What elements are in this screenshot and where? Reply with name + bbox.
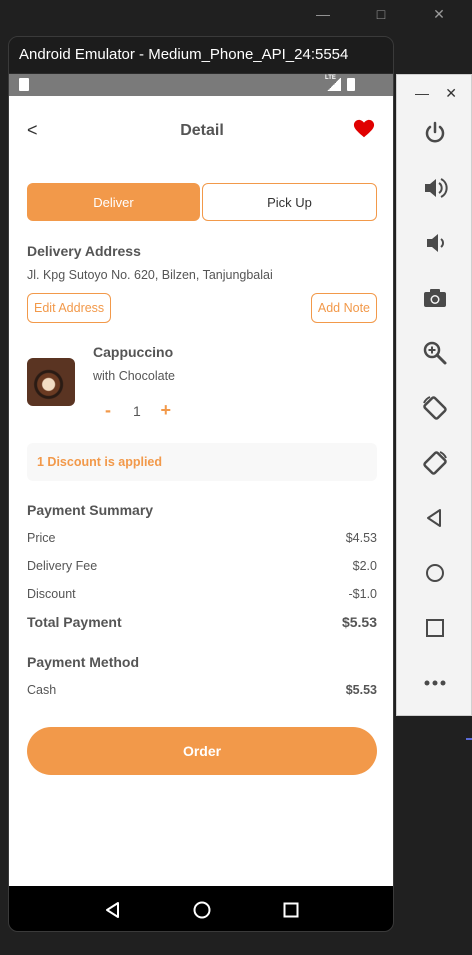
product-item: Cappuccino with Chocolate - 1 + bbox=[27, 344, 377, 438]
discount-row: Discount -$1.0 bbox=[27, 587, 377, 601]
tab-pickup[interactable]: Pick Up bbox=[202, 183, 377, 221]
home-icon[interactable] bbox=[421, 559, 449, 587]
delivery-address-text: Jl. Kpg Sutoyo No. 620, Bilzen, Tanjungb… bbox=[27, 268, 273, 282]
product-description: with Chocolate bbox=[93, 369, 175, 383]
android-status-bar: LTE bbox=[9, 74, 393, 96]
emulator-side-panel: — ✕ bbox=[396, 74, 472, 716]
total-payment-label: Total Payment bbox=[27, 614, 122, 630]
rotate-right-icon[interactable] bbox=[421, 449, 449, 477]
status-icons: LTE bbox=[325, 75, 355, 91]
side-panel-controls: — ✕ bbox=[415, 85, 457, 102]
power-icon[interactable] bbox=[421, 119, 449, 147]
nav-back-icon[interactable] bbox=[102, 899, 124, 921]
edit-address-button[interactable]: Edit Address bbox=[27, 293, 112, 323]
quantity-value: 1 bbox=[133, 402, 141, 419]
delivery-fee-label: Delivery Fee bbox=[27, 559, 98, 573]
total-payment-row: Total Payment $5.53 bbox=[27, 614, 377, 630]
discount-value: -$1.0 bbox=[348, 587, 378, 601]
product-image bbox=[27, 358, 75, 406]
product-name: Cappuccino bbox=[93, 344, 174, 360]
camera-icon[interactable] bbox=[421, 284, 449, 312]
bg-maximize-icon[interactable]: □ bbox=[368, 6, 394, 23]
background-edge bbox=[0, 70, 8, 92]
bg-minimize-icon[interactable]: — bbox=[310, 6, 336, 23]
heart-icon[interactable] bbox=[353, 118, 375, 140]
delivery-mode-toggle: Deliver Pick Up bbox=[27, 183, 377, 221]
payment-summary-title: Payment Summary bbox=[27, 502, 154, 518]
delivery-fee-value: $2.0 bbox=[352, 559, 377, 573]
volume-down-icon[interactable] bbox=[421, 229, 449, 257]
total-payment-value: $5.53 bbox=[341, 614, 377, 630]
signal-icon: LTE bbox=[325, 75, 341, 91]
android-nav-bar bbox=[9, 886, 393, 931]
payment-method-row[interactable]: Cash $5.53 bbox=[27, 683, 377, 697]
overview-icon[interactable] bbox=[421, 614, 449, 642]
increase-quantity-button[interactable]: + bbox=[159, 400, 173, 421]
battery-icon bbox=[347, 78, 355, 91]
nav-home-icon[interactable] bbox=[191, 899, 213, 921]
delivery-address-title: Delivery Address bbox=[27, 243, 141, 259]
side-minimize-icon[interactable]: — bbox=[415, 85, 429, 102]
discount-label: Discount bbox=[27, 587, 76, 601]
discount-banner[interactable]: 1 Discount is applied bbox=[27, 443, 377, 481]
app-screen: < Detail Deliver Pick Up Delivery Addres… bbox=[9, 96, 393, 886]
price-value: $4.53 bbox=[345, 531, 377, 545]
payment-method-value: $5.53 bbox=[345, 683, 377, 697]
bg-close-icon[interactable]: ✕ bbox=[426, 6, 452, 23]
add-note-button[interactable]: Add Note bbox=[310, 293, 377, 323]
emulator-title: Android Emulator - Medium_Phone_API_24:5… bbox=[9, 37, 393, 73]
decrease-quantity-button[interactable]: - bbox=[101, 400, 115, 421]
emulator-window: Android Emulator - Medium_Phone_API_24:5… bbox=[8, 36, 394, 932]
quantity-stepper: - 1 + bbox=[101, 400, 173, 421]
app-header: < Detail bbox=[9, 96, 393, 166]
background-accent-line bbox=[466, 738, 472, 740]
sim-card-icon bbox=[19, 78, 29, 91]
nav-recents-icon[interactable] bbox=[280, 899, 302, 921]
delivery-fee-row: Delivery Fee $2.0 bbox=[27, 559, 377, 573]
more-icon[interactable] bbox=[421, 669, 449, 697]
page-title: Detail bbox=[180, 122, 224, 139]
price-label: Price bbox=[27, 531, 56, 545]
payment-method-label: Cash bbox=[27, 683, 57, 697]
volume-up-icon[interactable] bbox=[421, 174, 449, 202]
rotate-left-icon[interactable] bbox=[421, 394, 449, 422]
price-row: Price $4.53 bbox=[27, 531, 377, 545]
background-window-controls: — □ ✕ bbox=[310, 6, 452, 23]
order-button[interactable]: Order bbox=[27, 727, 377, 775]
side-close-icon[interactable]: ✕ bbox=[445, 85, 457, 102]
zoom-icon[interactable] bbox=[421, 339, 449, 367]
tab-deliver[interactable]: Deliver bbox=[27, 183, 200, 221]
payment-method-title: Payment Method bbox=[27, 654, 140, 670]
back-icon[interactable] bbox=[421, 504, 449, 532]
